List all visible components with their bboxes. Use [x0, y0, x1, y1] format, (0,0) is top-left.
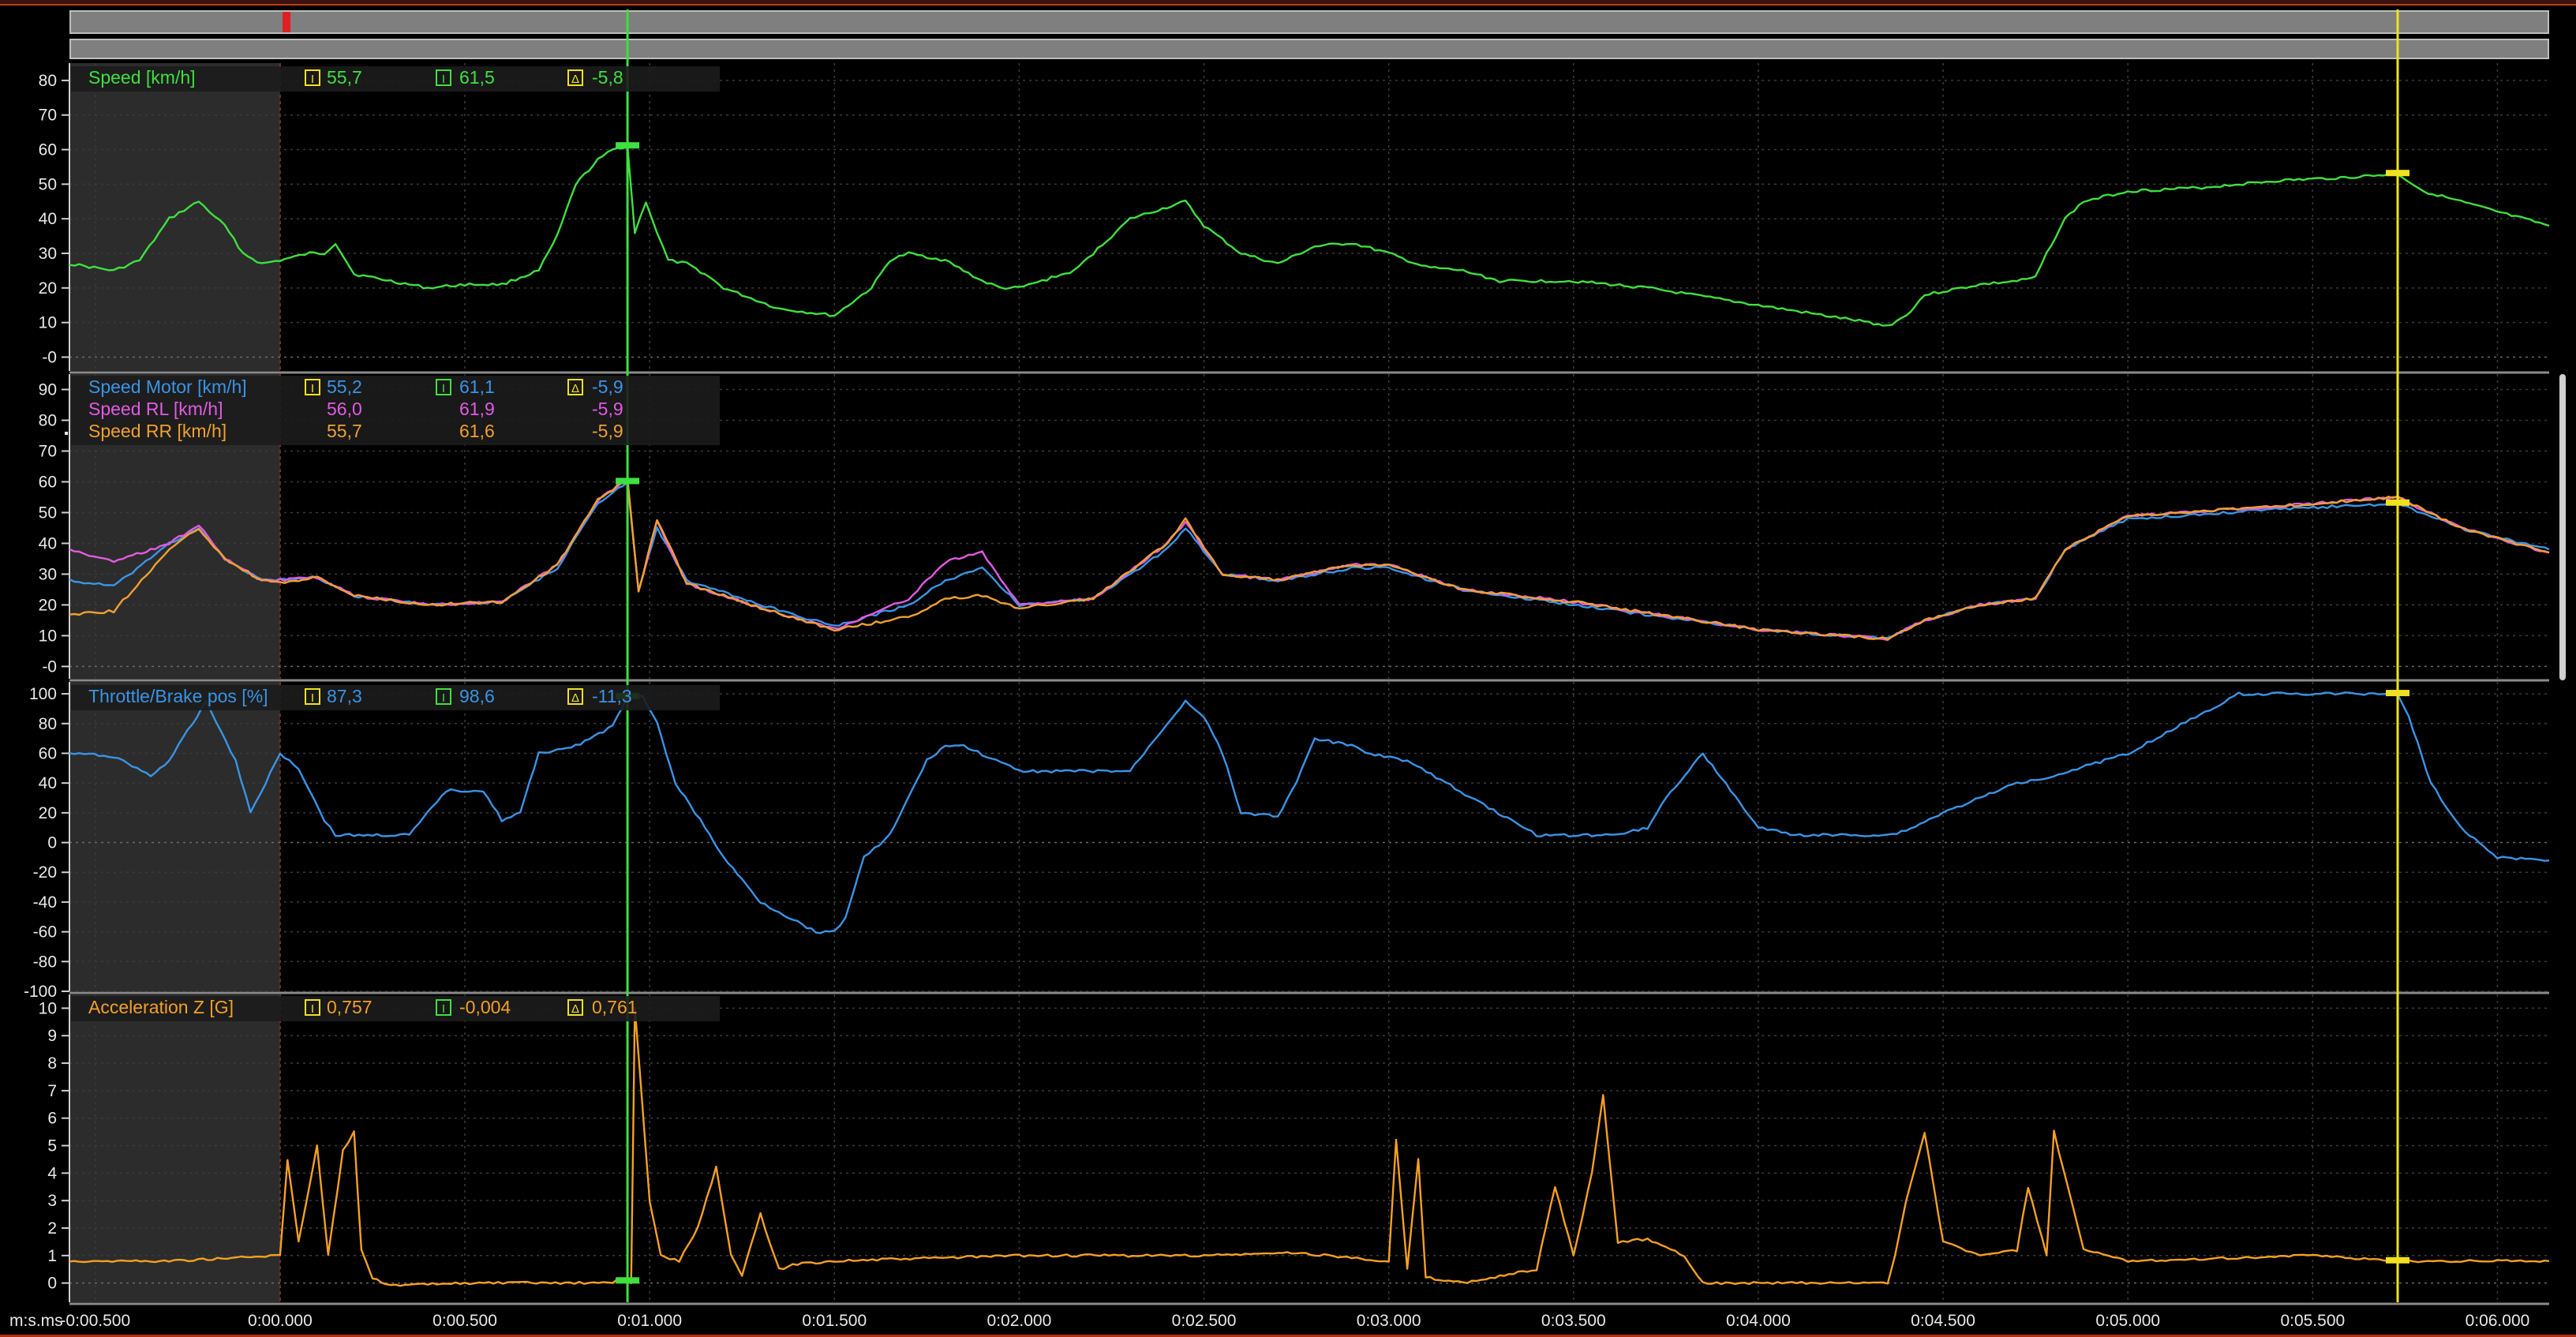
y-tick-label: 1	[47, 1247, 57, 1265]
cursor-a-value-icon-glyph: I	[442, 73, 445, 86]
y-tick-label: 80	[39, 72, 57, 90]
y-tick-label: 80	[39, 411, 57, 429]
panel-speed-plot-area[interactable]	[69, 63, 2549, 371]
y-tick-label: -40	[33, 893, 57, 912]
cursor-a-value: 61,6	[459, 421, 495, 441]
x-tick-label: 0:03.500	[1541, 1312, 1606, 1330]
x-tick-label: 0:02.500	[1172, 1312, 1237, 1330]
y-tick-label: 90	[39, 380, 57, 399]
y-tick-label: -80	[33, 953, 57, 971]
y-tick-label: 20	[39, 596, 57, 614]
active-channel-bullet: ▪	[64, 427, 69, 440]
cursor-b-value-icon-glyph: I	[311, 1002, 314, 1016]
cursor-b-value: 56,0	[327, 399, 362, 419]
y-tick-label: 50	[39, 175, 57, 193]
x-tick-label: 0:01.000	[617, 1312, 682, 1330]
cursor-b-value-icon-glyph: I	[311, 691, 314, 705]
y-tick-label: -0	[42, 348, 57, 366]
channel-name: Speed RR [km/h]	[88, 421, 227, 441]
cursor-a-value: 61,1	[459, 376, 495, 397]
cursor-b-value: 55,7	[327, 421, 362, 441]
vertical-scrollbar-thumb[interactable]	[2559, 374, 2566, 680]
delta-value-icon-glyph: Δ	[571, 382, 579, 395]
y-tick-label: 100	[29, 685, 57, 703]
y-tick-label: 9	[47, 1027, 57, 1045]
cursor-b-value: 0,757	[327, 997, 373, 1017]
y-tick-label: 30	[39, 245, 57, 263]
y-tick-label: 4	[47, 1164, 57, 1182]
y-tick-label: 20	[39, 279, 57, 298]
x-tick-label: 0:05.000	[2095, 1312, 2160, 1330]
y-tick-label: 60	[39, 141, 57, 159]
y-tick-label: 0	[47, 834, 57, 852]
y-tick-label: 8	[47, 1054, 57, 1073]
delta-value-icon-glyph: Δ	[571, 73, 579, 86]
delta-value: 0,761	[592, 997, 638, 1017]
x-tick-label: 0:04.500	[1911, 1312, 1975, 1330]
y-tick-label: -20	[33, 863, 57, 882]
delta-value: -5,9	[592, 399, 623, 419]
cursor-a-value: -0,004	[459, 997, 511, 1017]
y-tick-label: 30	[39, 565, 57, 583]
delta-value-icon-glyph: Δ	[571, 691, 579, 705]
delta-value: -11,3	[592, 686, 632, 706]
channel-name: Acceleration Z [G]	[88, 997, 234, 1017]
cursor-b-value-icon-glyph: I	[311, 73, 314, 86]
x-tick-label: 0:00.500	[432, 1312, 497, 1330]
x-axis-unit-label: m:s.ms	[9, 1312, 63, 1330]
x-tick-label: 0:03.000	[1357, 1312, 1421, 1330]
panel-accel-plot-area[interactable]	[69, 994, 2549, 1302]
cursor-b-value-icon-glyph: I	[311, 382, 314, 395]
y-tick-label: 10	[39, 314, 57, 332]
y-tick-label: 70	[39, 442, 57, 460]
cursor-a-value-icon-glyph: I	[442, 691, 445, 705]
telemetry-chart-area[interactable]: -0:00.500 0:00.000 0:00.500 0:01.000 0:01.50…	[0, 0, 2576, 1337]
x-tick-label: 0:05.500	[2280, 1312, 2345, 1330]
y-tick-label: 6	[47, 1110, 57, 1128]
y-tick-label: 50	[39, 504, 57, 522]
channel-name: Speed [km/h]	[88, 67, 196, 88]
y-tick-label: 3	[47, 1192, 57, 1210]
y-tick-label: 10	[39, 999, 57, 1017]
x-tick-label: 0:06.000	[2466, 1312, 2530, 1330]
y-tick-label: 20	[39, 804, 57, 822]
channel-name: Throttle/Brake pos [%]	[88, 686, 268, 706]
y-tick-label: 80	[39, 715, 57, 733]
delta-value: -5,9	[592, 421, 623, 441]
channel-name: Speed RL [km/h]	[88, 399, 223, 419]
y-tick-label: 2	[47, 1219, 57, 1238]
channel-name: Speed Motor [km/h]	[88, 376, 247, 397]
cursor-b-value: 55,7	[327, 67, 362, 88]
x-tick-label: -0:00.500	[60, 1312, 130, 1330]
y-tick-label: 5	[47, 1137, 57, 1155]
y-tick-label: -60	[33, 923, 57, 942]
x-tick-label: 0:04.000	[1726, 1312, 1791, 1330]
y-tick-label: 60	[39, 473, 57, 491]
delta-value-icon-glyph: Δ	[571, 1002, 579, 1016]
y-tick-label: 7	[47, 1082, 57, 1100]
cursor-b-value: 55,2	[327, 376, 362, 397]
y-tick-label: 40	[39, 534, 57, 552]
x-tick-label: 0:01.500	[802, 1312, 867, 1330]
cursor-a-value: 61,9	[459, 399, 495, 419]
delta-value: -5,9	[592, 376, 623, 397]
cursor-a-value: 61,5	[459, 67, 495, 88]
y-tick-label: 70	[39, 107, 57, 125]
y-tick-label: 0	[47, 1275, 57, 1293]
delta-value: -5,8	[592, 67, 623, 88]
cursor-a-value: 98,6	[459, 686, 495, 706]
cursor-a-value-icon-glyph: I	[442, 382, 445, 395]
panel-throttle-preroll-shade	[69, 682, 280, 991]
y-tick-label: 40	[39, 210, 57, 228]
cursor-a-value-icon-glyph: I	[442, 1002, 445, 1016]
x-tick-label: 0:00.000	[248, 1312, 313, 1330]
y-tick-label: -100	[24, 983, 57, 1001]
y-tick-label: 40	[39, 774, 57, 792]
y-tick-label: 60	[39, 744, 57, 762]
x-tick-label: 0:02.000	[987, 1312, 1052, 1330]
y-tick-label: 10	[39, 627, 57, 645]
cursor-b-value: 87,3	[327, 686, 362, 706]
y-tick-label: -0	[42, 657, 57, 676]
